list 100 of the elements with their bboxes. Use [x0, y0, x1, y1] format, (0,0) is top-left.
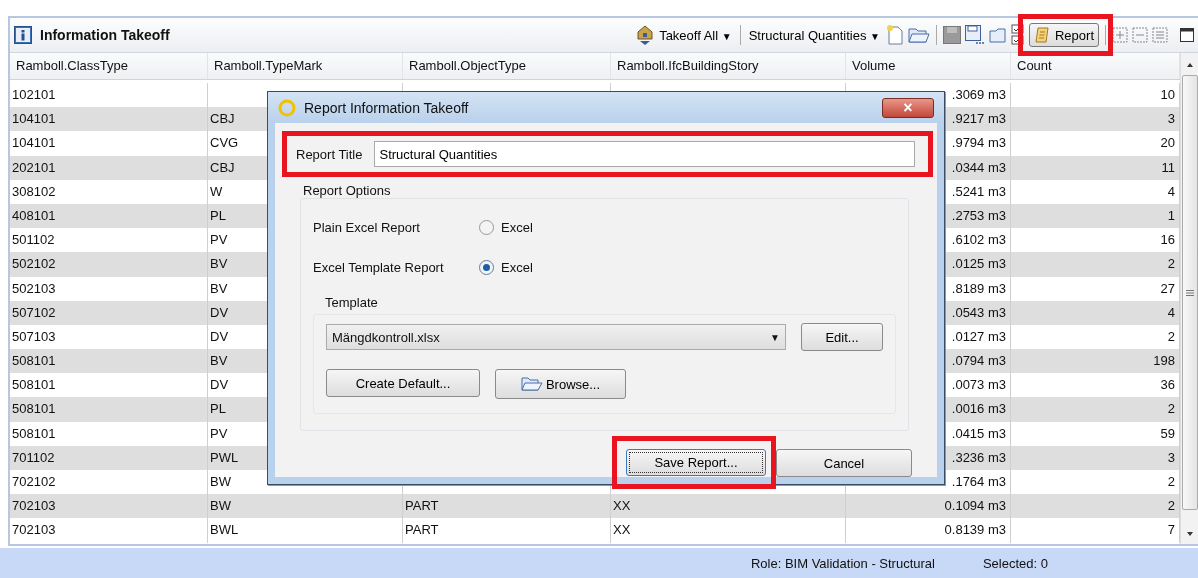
table-cell: PV — [210, 425, 228, 441]
table-cell: 408101 — [12, 207, 56, 223]
table-cell: .0125 m3 — [951, 256, 1006, 272]
column-header[interactable]: Ramboll.ClassType — [10, 53, 208, 79]
table-cell: 3 — [1167, 449, 1175, 465]
option-label: Plain Excel Report — [313, 219, 421, 235]
table-cell: 2 — [1167, 256, 1175, 272]
table-cell: 4 — [1167, 304, 1175, 320]
takeoff-dropdown[interactable]: Takeoff All ▼ — [657, 27, 734, 43]
table-cell: 104101 — [12, 111, 56, 127]
scroll-up-icon[interactable] — [1184, 61, 1195, 69]
table-cell: 502103 — [12, 280, 56, 296]
role-text: Role: BIM Validation - Structural — [750, 555, 935, 571]
table-cell: 0.8139 m3 — [944, 522, 1006, 538]
table-cell: CBJ — [210, 159, 235, 175]
table-cell: 501102 — [12, 232, 55, 248]
save-icon[interactable] — [942, 26, 961, 44]
table-cell: PWL — [210, 449, 239, 465]
scrollbar-thumb[interactable] — [1181, 75, 1198, 510]
house-icon[interactable] — [637, 25, 654, 45]
column-header[interactable]: Ramboll.ObjectType — [403, 53, 611, 79]
table-cell: .5241 m3 — [951, 183, 1006, 199]
checklist-icon[interactable] — [1010, 24, 1025, 46]
table-cell: 202101 — [12, 159, 56, 175]
report-button[interactable]: Report — [1028, 23, 1099, 47]
table-cell: .0543 m3 — [951, 304, 1006, 320]
table-cell: PART — [405, 498, 439, 514]
cancel-button[interactable]: Cancel — [776, 449, 912, 477]
table-cell: .9217 m3 — [951, 111, 1006, 127]
table-cell: 2 — [1167, 498, 1175, 514]
table-cell: PART — [405, 522, 439, 538]
table-cell: .3236 m3 — [951, 449, 1006, 465]
radio-button[interactable] — [479, 259, 494, 275]
browse-button[interactable]: Browse... — [495, 369, 626, 399]
table-cell: 102101 — [12, 87, 56, 102]
table-cell: PL — [210, 401, 226, 417]
table-cell: 1 — [1167, 207, 1175, 223]
field-label: Report Title — [296, 146, 363, 162]
column-header[interactable]: Volume — [846, 53, 1011, 79]
quantities-dropdown[interactable]: Structural Quantities ▼ — [746, 27, 882, 43]
table-cell: W — [210, 183, 223, 199]
table-cell: 308102 — [12, 183, 56, 199]
table-cell: 2 — [1167, 474, 1175, 489]
table-cell: 508101 — [12, 377, 56, 393]
group-label: Report Options — [303, 183, 392, 198]
table-cell: .0344 m3 — [951, 159, 1006, 175]
table-cell: 508101 — [12, 353, 56, 369]
table-cell: 702102 — [12, 474, 56, 489]
table-cell: 59 — [1160, 425, 1175, 441]
ring-icon — [278, 98, 296, 117]
table-cell: .0073 m3 — [951, 377, 1006, 393]
table-cell: CVG — [210, 135, 239, 151]
radio-label: Excel — [501, 219, 533, 235]
table-cell: 508101 — [12, 425, 56, 441]
create-default-button[interactable]: Create Default... — [326, 369, 480, 397]
info-icon — [14, 26, 32, 44]
table-cell: 2 — [1167, 328, 1175, 344]
vertical-scrollbar[interactable] — [1180, 53, 1198, 544]
table-cell: BV — [210, 280, 228, 296]
save-report-button[interactable]: Save Report... — [626, 449, 766, 476]
table-cell: .0415 m3 — [951, 425, 1006, 441]
table-cell: DV — [210, 328, 229, 344]
scroll-down-icon[interactable] — [1184, 530, 1195, 538]
table-cell: 7 — [1167, 522, 1175, 538]
table-cell: 36 — [1160, 377, 1175, 393]
table-cell: CBJ — [210, 111, 235, 127]
table-cell: 507102 — [12, 304, 56, 320]
table-cell: .0794 m3 — [951, 353, 1006, 369]
save-as-icon[interactable] — [964, 25, 985, 45]
table-cell: BV — [210, 353, 228, 369]
maximize-icon[interactable] — [1180, 28, 1194, 42]
table-cell: 16 — [1160, 232, 1175, 248]
table-cell: 2 — [1167, 401, 1175, 417]
table-cell: 502102 — [12, 256, 56, 272]
table-cell: .0127 m3 — [951, 328, 1006, 344]
panel-title: Information Takeoff — [40, 27, 170, 43]
folder-icon — [520, 376, 543, 392]
table-cell: 702103 — [12, 522, 56, 538]
group-label: Template — [325, 295, 379, 310]
edit-button[interactable]: Edit... — [801, 323, 883, 351]
table-cell: .3069 m3 — [951, 87, 1006, 102]
template-dropdown[interactable]: Mängdkontroll.xlsx ▼ — [326, 324, 786, 350]
table-cell: 0.1094 m3 — [944, 498, 1006, 514]
table-cell: .8189 m3 — [951, 280, 1006, 296]
table-cell: 701102 — [12, 449, 55, 465]
table-cell: BW — [210, 474, 231, 489]
column-header[interactable]: Ramboll.IfcBuildingStory — [611, 53, 846, 79]
radio-button[interactable] — [479, 219, 494, 235]
dialog-title: Report Information Takeoff — [304, 99, 469, 116]
report-title-field[interactable]: Structural Quantities — [374, 141, 915, 167]
table-cell: .0016 m3 — [951, 401, 1006, 417]
expand-icon[interactable] — [1112, 27, 1128, 43]
table-cell: 702103 — [12, 498, 56, 514]
folder-icon[interactable] — [907, 26, 930, 44]
table-cell: 10 — [1160, 87, 1175, 102]
table-cell: XX — [613, 522, 631, 538]
column-header[interactable]: Ramboll.TypeMark — [208, 53, 403, 79]
scroll-icon — [1033, 26, 1052, 44]
table-cell: .6102 m3 — [951, 232, 1006, 248]
table-cell: .1764 m3 — [951, 474, 1006, 489]
